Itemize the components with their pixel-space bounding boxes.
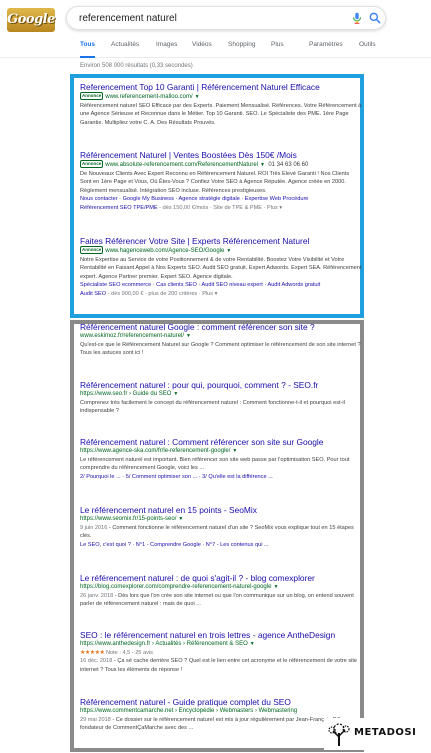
- ad-result: Faites Référencer Votre Site | Experts R…: [80, 236, 362, 298]
- organic-result: Référencement naturel - Guide pratique c…: [80, 697, 362, 733]
- tab-tous[interactable]: Tous: [80, 40, 96, 58]
- result-title-link[interactable]: Référencement naturel Google : comment r…: [80, 322, 362, 332]
- google-logo[interactable]: Google: [7, 8, 55, 32]
- caret-down-icon[interactable]: ▼: [232, 448, 237, 454]
- result-snippet: 9 juin 2016 - Comment fonctionne le réfé…: [80, 525, 354, 540]
- ad-result: Référencement Naturel | Ventes Boostées …: [80, 150, 362, 212]
- ad-title-link[interactable]: Faites Référencer Votre Site | Experts R…: [80, 236, 362, 246]
- result-snippet: 26 janv. 2018 - Dès lors que l'on crée s…: [80, 593, 354, 608]
- result-url[interactable]: https://www.commentcamarche.net › Encycl…: [80, 707, 362, 716]
- ad-badge: Annonce: [80, 92, 104, 100]
- ad-phone: 01 34 63 06 60: [268, 162, 309, 168]
- watermark-text: METADOSI: [354, 727, 417, 738]
- caret-down-icon[interactable]: ▼: [195, 94, 200, 100]
- result-snippet: Comprenez très facilement le concept du …: [80, 400, 345, 415]
- result-url[interactable]: https://www.anthedesign.fr › Actualités …: [80, 640, 362, 649]
- ad-url[interactable]: Annonce www.hagenceweb.com/Agence-SEO/Goo…: [80, 246, 362, 256]
- organic-result: Référencement naturel : Comment référenc…: [80, 437, 362, 481]
- ad-title-link[interactable]: Référencement Naturel | Ventes Boostées …: [80, 150, 362, 160]
- result-snippet: 16 déc. 2018 - Ça sé cache derrière SEO …: [80, 658, 358, 673]
- ad-snippet: De Nouveaux Clients Avec Expert Reconnu …: [80, 171, 350, 194]
- caret-down-icon[interactable]: ▼: [173, 391, 178, 397]
- rating-stars-icon: ★★★★★: [80, 650, 105, 656]
- tab-parametres[interactable]: Paramètres: [309, 40, 343, 58]
- microphone-icon[interactable]: [350, 11, 364, 25]
- result-url[interactable]: https://www.seo.fr › Guide du SEO ▼: [80, 390, 362, 399]
- result-rating: ★★★★★ Note : 4,5 - 25 avis: [80, 650, 153, 656]
- ad-snippet: Notre Expertise au Service de votre Posi…: [80, 257, 362, 280]
- organic-result: Référencement naturel Google : comment r…: [80, 322, 362, 358]
- ad-badge: Annonce: [80, 246, 104, 254]
- search-input[interactable]: [79, 11, 329, 26]
- metadosi-watermark: METADOSI: [324, 718, 424, 750]
- caret-down-icon[interactable]: ▼: [260, 162, 265, 168]
- caret-down-icon[interactable]: ▼: [186, 333, 191, 339]
- caret-down-icon[interactable]: ▼: [250, 641, 255, 647]
- tab-images[interactable]: Images: [156, 40, 177, 58]
- result-title-link[interactable]: SEO : le référencement naturel en trois …: [80, 630, 362, 640]
- ad-sitelinks[interactable]: Spécialiste SEO ecommerce · Cas clients …: [80, 281, 362, 289]
- result-url[interactable]: https://www.seomix.fr/15-points-seo/▼: [80, 515, 362, 524]
- search-icon[interactable]: [368, 11, 382, 25]
- tab-plus[interactable]: Plus: [271, 40, 284, 58]
- result-url[interactable]: https://blog.comexplorer.com/comprendre-…: [80, 583, 362, 592]
- caret-down-icon[interactable]: ▼: [273, 584, 278, 590]
- organic-result: Référencement naturel : pour qui, pourqu…: [80, 380, 362, 416]
- caret-down-icon[interactable]: ▼: [178, 516, 183, 522]
- ad-sitelinks[interactable]: Référencement SEO TPE/PME - dès 150,00 €…: [80, 204, 362, 212]
- tab-shopping[interactable]: Shopping: [228, 40, 255, 58]
- search-tabs: Tous Actualités Images Vidéos Shopping P…: [0, 40, 431, 58]
- result-stats: Environ 508 000 résultats (0,33 secondes…: [80, 63, 193, 69]
- tab-actualites[interactable]: Actualités: [111, 40, 139, 58]
- ad-badge: Annonce: [80, 160, 104, 168]
- ad-sitelinks[interactable]: Nous contacter · Google My Business · Ag…: [80, 195, 362, 203]
- result-url[interactable]: https://www.agence-ska.com/fr/le-referen…: [80, 447, 362, 456]
- organic-result: Le référencement naturel : de quoi s'agi…: [80, 573, 362, 609]
- result-title-link[interactable]: Référencement naturel : Comment référenc…: [80, 437, 362, 447]
- ad-result: Referencement Top 10 Garanti | Référence…: [80, 82, 362, 127]
- tab-outils[interactable]: Outils: [359, 40, 376, 58]
- search-box[interactable]: [66, 6, 386, 30]
- organic-result: Le référencement naturel en 15 points - …: [80, 505, 362, 549]
- result-snippet: 29 mai 2018 - Ce dossier sur le référenc…: [80, 717, 349, 732]
- tab-videos[interactable]: Vidéos: [192, 40, 212, 58]
- result-title-link[interactable]: Le référencement naturel : de quoi s'agi…: [80, 573, 362, 583]
- ad-url[interactable]: Annonce www.referencement-malloo.com/▼: [80, 92, 362, 102]
- result-title-link[interactable]: Le référencement naturel en 15 points - …: [80, 505, 362, 515]
- result-snippet: Qu'est-ce que le Référencement Naturel s…: [80, 342, 361, 357]
- result-url[interactable]: www.eskimoz.fr/referencement-naturel/▼: [80, 332, 362, 341]
- ad-snippet: Référencement naturel SEO Efficace par d…: [80, 103, 362, 126]
- ad-sitelinks[interactable]: Audit SEO - dès 900,00 € · plus de 200 c…: [80, 290, 362, 298]
- result-title-link[interactable]: Référencement naturel - Guide pratique c…: [80, 697, 362, 707]
- tree-logo-icon: [328, 723, 350, 746]
- result-title-link[interactable]: Référencement naturel : pour qui, pourqu…: [80, 380, 362, 390]
- organic-result: SEO : le référencement naturel en trois …: [80, 630, 362, 674]
- ad-url[interactable]: Annonce www.absolute-referencement.com/Re…: [80, 160, 362, 170]
- result-sitelinks[interactable]: 2/ Pourquoi le ... · 5/ Comment optimise…: [80, 473, 362, 481]
- result-snippet: Le référencement naturel est important. …: [80, 457, 350, 472]
- result-sitelinks[interactable]: Le SEO, c'est quoi ? · N°1 - Comprendre …: [80, 541, 362, 549]
- ad-title-link[interactable]: Referencement Top 10 Garanti | Référence…: [80, 82, 362, 92]
- caret-down-icon[interactable]: ▼: [226, 248, 231, 254]
